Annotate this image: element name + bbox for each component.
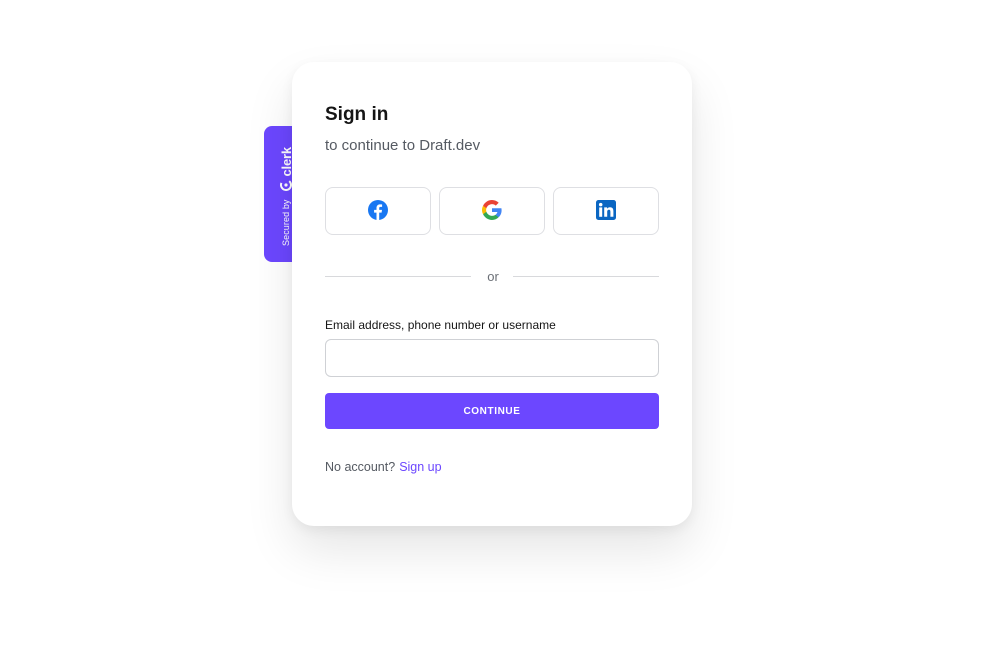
facebook-login-button[interactable] xyxy=(325,187,431,235)
social-login-row xyxy=(325,187,659,235)
badge-secured-label: Secured by xyxy=(281,199,291,246)
facebook-icon xyxy=(368,199,388,223)
page: Secured by clerk Sign in to continue to … xyxy=(0,0,1008,669)
divider-line-left xyxy=(325,275,472,277)
identifier-field-label: Email address, phone number or username xyxy=(325,318,556,332)
or-divider: or xyxy=(325,266,659,286)
signup-footer: No account? Sign up xyxy=(325,460,442,474)
signin-card: Sign in to continue to Draft.dev or Emai… xyxy=(292,62,692,526)
linkedin-login-button[interactable] xyxy=(553,187,659,235)
continue-button[interactable]: CONTINUE xyxy=(325,393,659,429)
page-title: Sign in xyxy=(325,104,389,125)
divider-line-right xyxy=(512,275,659,277)
google-login-button[interactable] xyxy=(439,187,545,235)
clerk-logo-icon xyxy=(280,179,292,192)
sign-up-link[interactable]: Sign up xyxy=(399,460,441,474)
page-subtitle: to continue to Draft.dev xyxy=(325,137,481,154)
google-icon xyxy=(482,199,502,223)
identifier-input[interactable] xyxy=(325,339,659,377)
divider-text: or xyxy=(487,268,499,284)
linkedin-icon xyxy=(596,199,616,223)
no-account-text: No account? xyxy=(325,460,396,474)
